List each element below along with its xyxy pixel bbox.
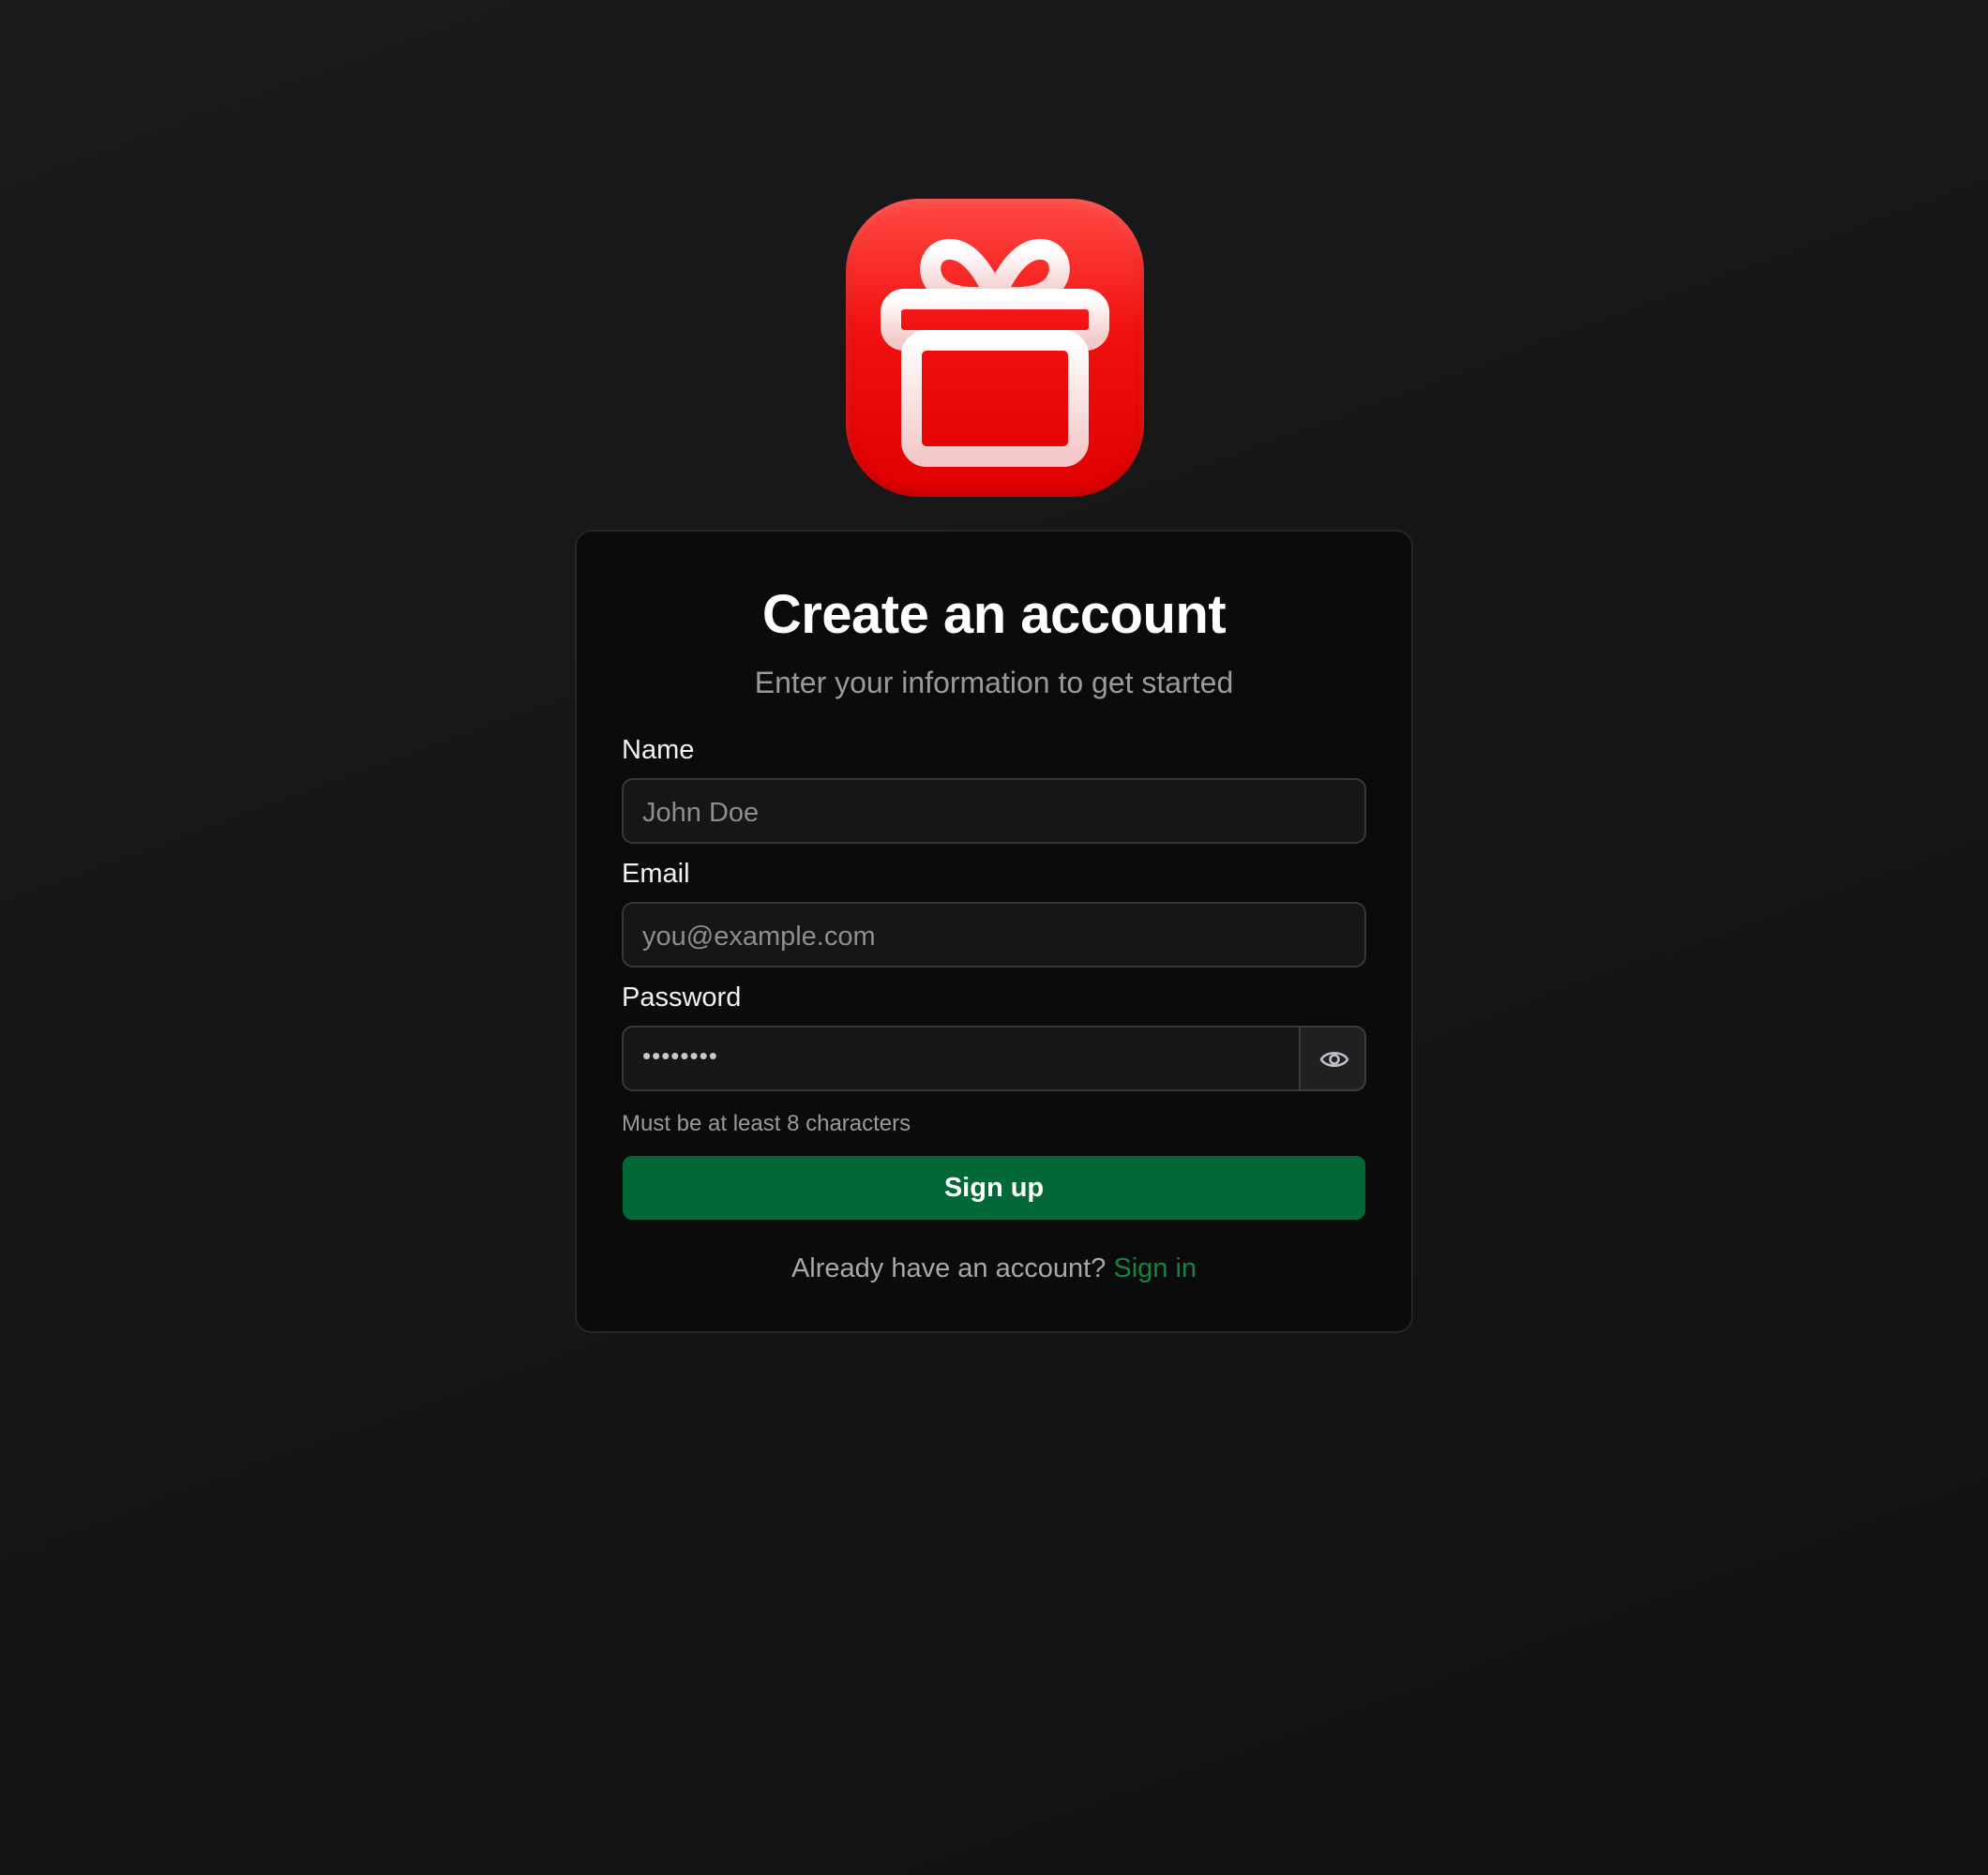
sign-up-button[interactable]: Sign up [623,1156,1365,1220]
signin-prompt: Already have an account? Sign in [577,1253,1411,1284]
name-placeholder: John Doe [642,798,760,828]
signup-card: Create an account Enter your information… [575,530,1413,1333]
email-placeholder: you@example.com [642,922,876,952]
toggle-password-visibility-button[interactable] [1299,1026,1366,1091]
page-subtitle: Enter your information to get started [754,666,1234,699]
email-input[interactable]: you@example.com [622,902,1366,968]
eye-icon [1319,1051,1349,1068]
name-label: Name [622,735,695,765]
password-value: •••••••• [642,1042,718,1070]
name-input[interactable]: John Doe [622,778,1366,844]
page-title: Create an account [761,584,1227,645]
sign-in-link[interactable]: Sign in [1113,1253,1197,1283]
gift-icon [881,238,1109,467]
app-logo [846,199,1144,497]
password-input[interactable]: •••••••• [622,1026,1366,1091]
password-label: Password [622,982,742,1012]
signin-prompt-text: Already have an account? [791,1253,1107,1283]
email-label: Email [622,859,690,889]
password-hint: Must be at least 8 characters [622,1111,911,1136]
